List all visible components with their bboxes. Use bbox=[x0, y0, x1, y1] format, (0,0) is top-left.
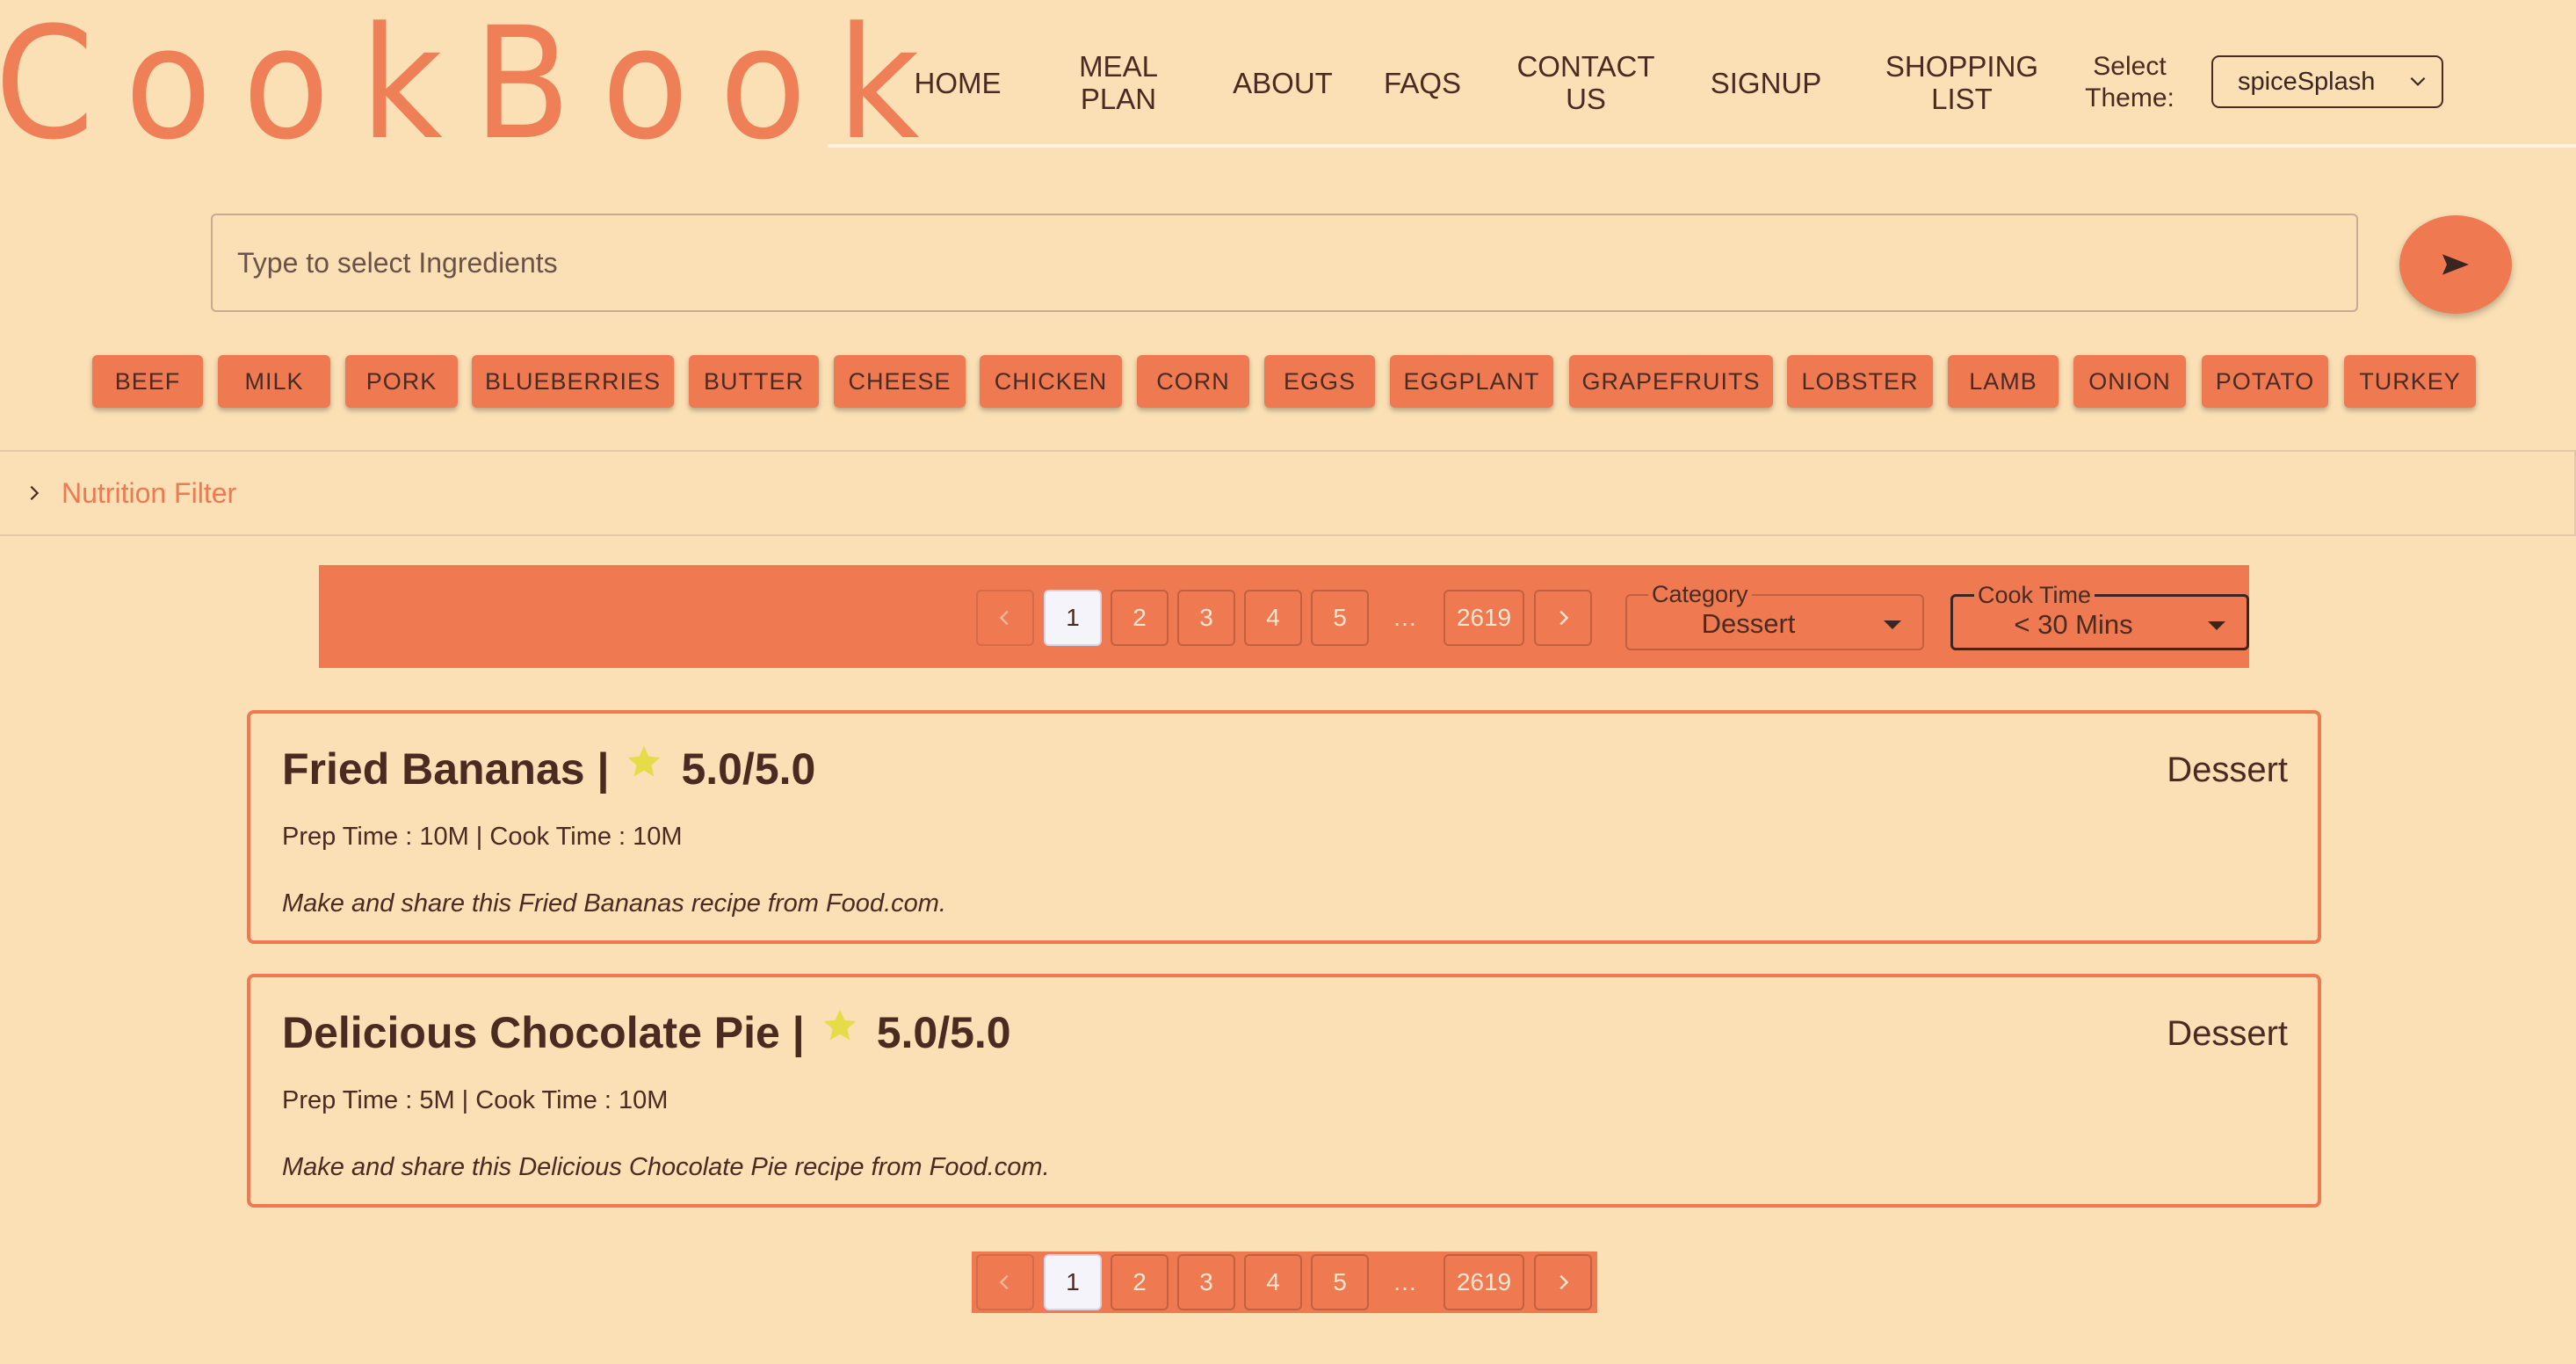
recipe-category: Dessert bbox=[2167, 1014, 2288, 1053]
star-icon bbox=[628, 745, 661, 777]
page-button-5[interactable]: 5 bbox=[1311, 590, 1369, 646]
recipe-card[interactable]: Delicious Chocolate Pie | 5.0/5.0 Desser… bbox=[247, 974, 2321, 1208]
chevron-right-icon bbox=[1559, 610, 1569, 626]
page-ellipsis: … bbox=[1393, 604, 1417, 631]
page-button-last[interactable]: 2619 bbox=[1444, 590, 1524, 646]
ingredient-chip[interactable]: CHEESE bbox=[834, 355, 966, 408]
ingredient-chip[interactable]: EGGS bbox=[1264, 355, 1375, 408]
ingredient-chip[interactable]: BUTTER bbox=[689, 355, 819, 408]
cook-time-label: Cook Time bbox=[1974, 582, 2095, 608]
page-button-3[interactable]: 3 bbox=[1177, 590, 1235, 646]
chevron-right-icon bbox=[1559, 1274, 1569, 1290]
page-button-last[interactable]: 2619 bbox=[1444, 1254, 1524, 1310]
recipe-description: Make and share this Delicious Chocolate … bbox=[282, 1153, 1050, 1181]
chevron-left-icon bbox=[999, 610, 1009, 626]
nav-signup[interactable]: SIGNUP bbox=[1704, 49, 1827, 116]
ingredient-chip[interactable]: MILK bbox=[218, 355, 330, 408]
chevron-right-icon bbox=[30, 485, 40, 501]
recipe-times: Prep Time : 5M | Cook Time : 10M bbox=[282, 1086, 669, 1114]
prev-page-button[interactable] bbox=[976, 590, 1034, 646]
cookbook-logo[interactable]: CookBook bbox=[0, 7, 951, 162]
recipe-title-row: Delicious Chocolate Pie | 5.0/5.0 bbox=[282, 1007, 1011, 1058]
page-button-4[interactable]: 4 bbox=[1244, 1254, 1302, 1310]
ingredient-chip[interactable]: BLUEBERRIES bbox=[472, 355, 674, 408]
caret-down-icon bbox=[1884, 620, 1901, 629]
recipe-description: Make and share this Fried Bananas recipe… bbox=[282, 889, 946, 918]
nav-faqs[interactable]: FAQS bbox=[1376, 49, 1469, 116]
recipe-card[interactable]: Fried Bananas | 5.0/5.0 Dessert Prep Tim… bbox=[247, 710, 2321, 944]
category-select[interactable]: Category Dessert bbox=[1625, 581, 1924, 650]
page-button-1[interactable]: 1 bbox=[1044, 1254, 1102, 1310]
ingredient-chip[interactable]: POTATO bbox=[2202, 355, 2328, 408]
cook-time-select[interactable]: Cook Time < 30 Mins bbox=[1950, 582, 2249, 650]
ingredient-chip[interactable]: PORK bbox=[345, 355, 458, 408]
ingredient-chip[interactable]: LAMB bbox=[1948, 355, 2059, 408]
chevron-down-icon bbox=[2410, 76, 2426, 86]
ingredient-chip[interactable]: ONION bbox=[2073, 355, 2186, 408]
next-page-button[interactable] bbox=[1534, 590, 1592, 646]
page-button-5[interactable]: 5 bbox=[1311, 1254, 1369, 1310]
nutrition-filter-toggle[interactable]: Nutrition Filter bbox=[0, 450, 2576, 536]
nav-meal-plan[interactable]: MEAL PLAN bbox=[1063, 49, 1174, 116]
theme-label: Select Theme: bbox=[2085, 52, 2174, 112]
caret-down-icon bbox=[2208, 621, 2225, 630]
nav-home[interactable]: HOME bbox=[905, 49, 1010, 116]
recipe-category: Dessert bbox=[2167, 751, 2288, 789]
recipe-title-row: Fried Bananas | 5.0/5.0 bbox=[282, 744, 815, 794]
page-button-3[interactable]: 3 bbox=[1177, 1254, 1235, 1310]
nutrition-filter-label: Nutrition Filter bbox=[62, 476, 237, 509]
ingredient-chip[interactable]: EGGPLANT bbox=[1390, 355, 1553, 408]
ingredient-chip[interactable]: BEEF bbox=[92, 355, 203, 408]
nav-shopping-list[interactable]: SHOPPING LIST bbox=[1871, 49, 2052, 116]
prev-page-button[interactable] bbox=[976, 1254, 1034, 1310]
ingredient-chip[interactable]: CHICKEN bbox=[980, 355, 1122, 408]
page-button-2[interactable]: 2 bbox=[1111, 1254, 1169, 1310]
theme-select-value: spiceSplash bbox=[2238, 67, 2376, 96]
recipe-title: Fried Bananas | bbox=[282, 744, 610, 794]
ingredient-search-input[interactable]: Type to select Ingredients bbox=[211, 214, 2358, 312]
cook-time-value: < 30 Mins bbox=[2014, 609, 2133, 640]
recipe-times: Prep Time : 10M | Cook Time : 10M bbox=[282, 823, 683, 851]
nav-about[interactable]: ABOUT bbox=[1223, 49, 1342, 116]
category-label: Category bbox=[1648, 581, 1752, 607]
search-submit-button[interactable] bbox=[2399, 215, 2512, 314]
ingredient-chip[interactable]: TURKEY bbox=[2344, 355, 2476, 408]
nav-contact-us[interactable]: CONTACT US bbox=[1511, 49, 1661, 116]
star-icon bbox=[823, 1009, 857, 1041]
recipe-rating: 5.0/5.0 bbox=[876, 1008, 1011, 1057]
recipe-rating: 5.0/5.0 bbox=[681, 744, 816, 794]
ingredient-chip[interactable]: GRAPEFRUITS bbox=[1569, 355, 1773, 408]
ingredient-chip[interactable]: LOBSTER bbox=[1787, 355, 1933, 408]
send-icon bbox=[2442, 254, 2469, 275]
category-value: Dessert bbox=[1701, 608, 1796, 639]
search-placeholder: Type to select Ingredients bbox=[237, 246, 558, 279]
chevron-left-icon bbox=[999, 1274, 1009, 1290]
page-button-1[interactable]: 1 bbox=[1044, 590, 1102, 646]
nav-underline bbox=[828, 144, 2576, 148]
theme-select[interactable]: spiceSplash bbox=[2211, 55, 2443, 108]
page-button-2[interactable]: 2 bbox=[1111, 590, 1169, 646]
page-button-4[interactable]: 4 bbox=[1244, 590, 1302, 646]
next-page-button[interactable] bbox=[1534, 1254, 1592, 1310]
ingredient-chip[interactable]: CORN bbox=[1137, 355, 1249, 408]
page-ellipsis: … bbox=[1393, 1268, 1417, 1295]
recipe-title: Delicious Chocolate Pie | bbox=[282, 1008, 805, 1057]
